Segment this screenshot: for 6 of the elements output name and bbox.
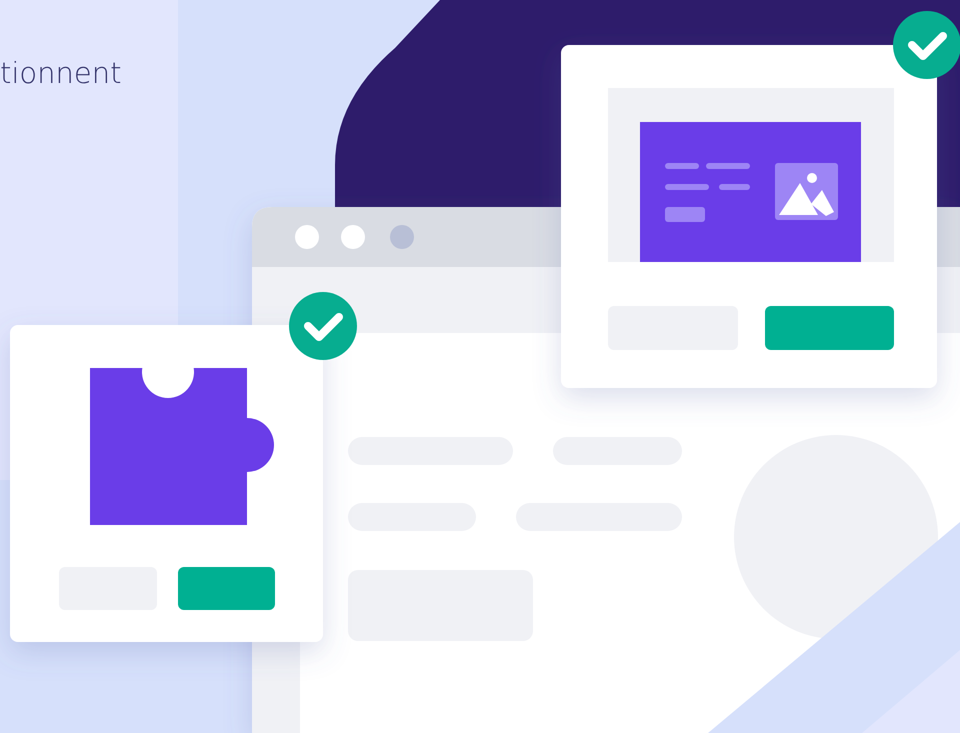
window-dot: [295, 225, 319, 249]
image-icon: [775, 163, 838, 220]
heading-text: tionnent: [0, 56, 122, 90]
puzzle-icon: [90, 368, 274, 525]
window-dot: [390, 225, 414, 249]
window-dot: [341, 225, 365, 249]
